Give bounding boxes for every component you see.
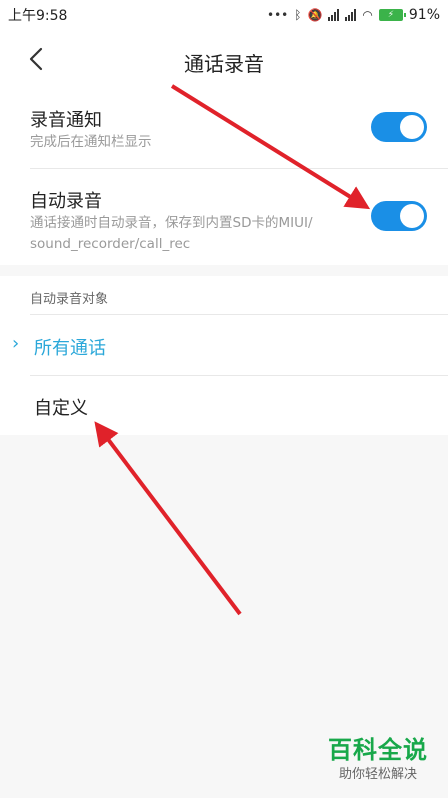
settings-card: 录音通知 完成后在通知栏显示 自动录音 通话接通时自动录音，保存到内置SD卡的M… [0,88,448,265]
battery-percent: 91% [408,7,440,23]
row-subtitle: 完成后在通知栏显示 [30,134,152,150]
status-time: 上午9:58 [8,8,68,24]
status-icons: ••• ᛒ 🔕 ◠ ⚡ 91% [267,7,440,23]
mute-icon: 🔕 [307,8,323,22]
watermark-main: 百科全说 [328,736,428,764]
row-title: 自动录音 [30,191,102,212]
option-all-calls[interactable]: › 所有通话 [0,315,448,375]
section-label: 自动录音对象 [30,292,109,307]
target-card: 自动录音对象 › 所有通话 自定义 [0,276,448,435]
row-subtitle-line1: 通话接通时自动录音，保存到内置SD卡的MIUI/ [30,215,313,231]
header: 通话录音 [0,30,448,88]
annotation-arrow-custom [94,421,242,616]
signal-icon [328,9,340,21]
dots-icon: ••• [267,8,289,22]
record-notification-row[interactable]: 录音通知 完成后在通知栏显示 [0,88,448,168]
auto-record-toggle[interactable] [371,201,427,231]
page-title: 通话录音 [184,52,264,76]
battery-icon: ⚡ [378,9,406,21]
status-bar: 上午9:58 ••• ᛒ 🔕 ◠ ⚡ 91% [0,0,448,30]
wifi-icon: ◠ [362,8,373,22]
toggle-knob [400,115,424,139]
row-subtitle-line2: sound_recorder/call_rec [30,236,191,252]
watermark-logo: 百科全说 助你轻松解决 [318,735,438,791]
auto-record-row[interactable]: 自动录音 通话接通时自动录音，保存到内置SD卡的MIUI/ sound_reco… [0,169,448,265]
chevron-right-icon: › [12,333,20,354]
bluetooth-icon: ᛒ [294,8,302,22]
option-label: 所有通话 [34,338,106,359]
option-label: 自定义 [34,398,88,419]
option-custom[interactable]: 自定义 [0,376,448,435]
row-title: 录音通知 [30,110,102,131]
record-notification-toggle[interactable] [371,112,427,142]
toggle-knob [400,204,424,228]
signal-icon-2 [345,9,357,21]
watermark-sub: 助你轻松解决 [338,767,417,782]
